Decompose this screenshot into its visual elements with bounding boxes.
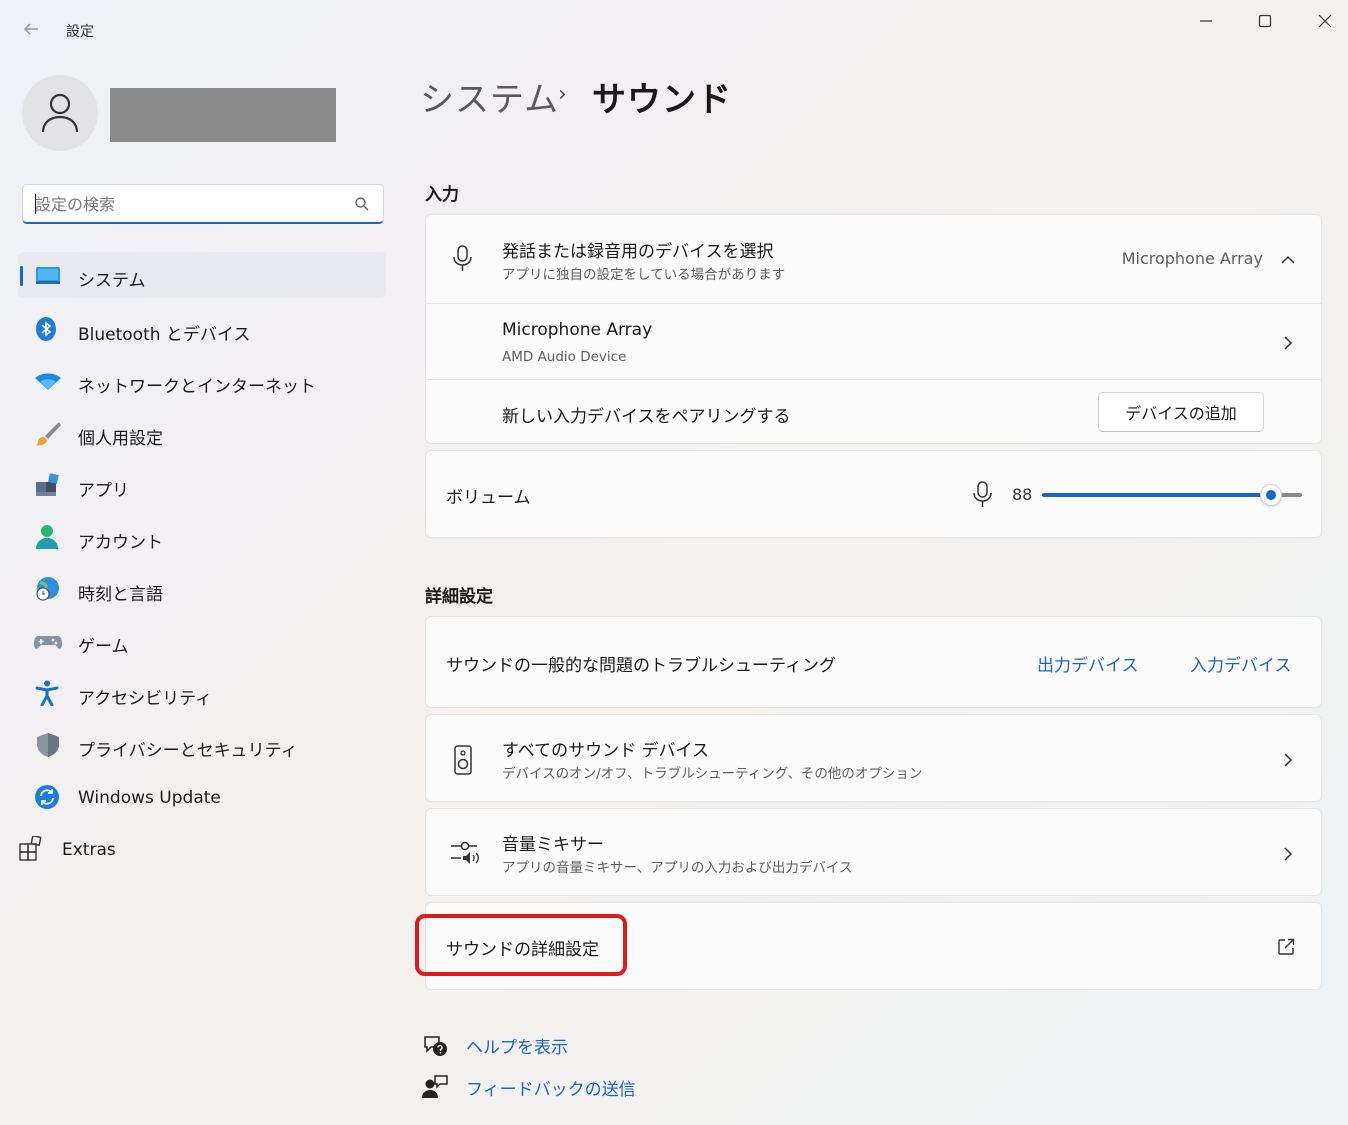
title-bar: 設定 [0, 0, 1348, 60]
chevron-right-icon[interactable] [1281, 335, 1295, 350]
sidebar-item-time-language[interactable]: 時刻と言語 [18, 564, 386, 616]
volume-mixer-card[interactable]: 音量ミキサー アプリの音量ミキサー、アプリの入力および出力デバイス [425, 808, 1322, 896]
text-caret [35, 194, 36, 214]
sidebar-item-label: Windows Update [78, 788, 221, 808]
sidebar-item-label: ゲーム [78, 637, 129, 657]
volume-label: ボリューム [446, 488, 531, 508]
advanced-section-title: 詳細設定 [425, 587, 493, 607]
pair-input-device-label: 新しい入力デバイスをペアリングする [502, 407, 791, 427]
add-device-button[interactable]: デバイスの追加 [1098, 392, 1264, 432]
chevron-up-icon[interactable] [1281, 252, 1295, 266]
accessibility-icon [34, 680, 62, 707]
sidebar-item-privacy[interactable]: プライバシーとセキュリティ [18, 720, 386, 772]
breadcrumb-separator: › [558, 82, 567, 107]
sidebar-item-personalization[interactable]: 個人用設定 [18, 408, 386, 460]
all-sound-devices-title: すべてのサウンド デバイス [502, 741, 710, 761]
sidebar-item-label: Extras [62, 840, 116, 860]
speaker-icon [450, 745, 478, 775]
sidebar-item-system[interactable]: システム [18, 252, 386, 298]
input-section-title: 入力 [425, 185, 459, 205]
sidebar-item-label: ネットワークとインターネット [78, 377, 316, 397]
close-button[interactable] [1305, 6, 1345, 36]
input-device-select-value: Microphone Array [1121, 249, 1263, 268]
sidebar-item-windows-update[interactable]: Windows Update [18, 772, 386, 824]
troubleshoot-input-link[interactable]: 入力デバイス [1190, 651, 1292, 676]
volume-slider-thumb[interactable] [1259, 484, 1282, 506]
sidebar-item-label: アカウント [78, 533, 163, 553]
help-link-label: ヘルプを表示 [466, 1038, 568, 1058]
app-title: 設定 [66, 24, 94, 40]
sidebar-item-accessibility[interactable]: アクセシビリティ [18, 668, 386, 720]
all-sound-devices-card[interactable]: すべてのサウンド デバイス デバイスのオン/オフ、トラブルシューティング、その他… [425, 714, 1322, 802]
chevron-right-icon [1281, 752, 1295, 767]
troubleshoot-label: サウンドの一般的な問題のトラブルシューティング [446, 656, 836, 676]
bluetooth-icon [34, 316, 62, 342]
sidebar-item-extras[interactable]: Extras [18, 824, 386, 876]
sidebar-item-label: 個人用設定 [78, 429, 163, 449]
input-device-card: 発話または録音用のデバイスを選択 アプリに独自の設定をしている場合があります M… [425, 214, 1322, 444]
system-icon [34, 262, 62, 288]
volume-slider[interactable] [1042, 484, 1302, 506]
search-box[interactable] [22, 184, 384, 224]
sidebar-item-network[interactable]: ネットワークとインターネット [18, 356, 386, 408]
input-device-select-subtitle: アプリに独自の設定をしている場合があります [502, 267, 786, 283]
breadcrumb-parent[interactable]: システム [420, 72, 559, 121]
mixer-icon [450, 839, 479, 867]
page-title: サウンド [592, 80, 732, 120]
help-icon [422, 1032, 448, 1058]
input-device-row[interactable]: Microphone Array AMD Audio Device [426, 303, 1321, 379]
microphone-icon [450, 245, 478, 273]
all-sound-devices-subtitle: デバイスのオン/オフ、トラブルシューティング、その他のオプション [502, 766, 923, 782]
gamepad-icon [34, 628, 62, 654]
apps-icon [34, 472, 62, 498]
shield-icon [34, 732, 62, 758]
external-link-icon [1277, 938, 1295, 956]
globe-clock-icon [34, 576, 62, 602]
chevron-right-icon [1281, 846, 1295, 861]
sidebar-item-label: Bluetooth とデバイス [78, 325, 251, 345]
feedback-icon [422, 1074, 448, 1100]
volume-card: ボリューム 88 [425, 450, 1322, 538]
sidebar-item-bluetooth[interactable]: Bluetooth とデバイス [18, 304, 386, 356]
sidebar-item-apps[interactable]: アプリ [18, 460, 386, 512]
brush-icon [34, 420, 62, 446]
active-indicator [20, 266, 23, 286]
volume-mixer-subtitle: アプリの音量ミキサー、アプリの入力および出力デバイス [502, 860, 853, 876]
volume-mixer-title: 音量ミキサー [502, 835, 604, 855]
search-icon[interactable] [354, 196, 370, 216]
input-device-select-title: 発話または録音用のデバイスを選択 [502, 242, 774, 262]
update-icon [34, 784, 62, 810]
extras-icon [18, 835, 46, 862]
sidebar-item-label: システム [78, 271, 146, 291]
sidebar-item-accounts[interactable]: アカウント [18, 512, 386, 564]
sidebar-item-label: アプリ [78, 481, 129, 501]
minimize-button[interactable] [1186, 6, 1226, 36]
sidebar-nav: システム Bluetooth とデバイス ネットワークとインターネット 個人用設… [18, 252, 386, 876]
highlight-annotation-box [415, 914, 627, 976]
sidebar-item-gaming[interactable]: ゲーム [18, 616, 386, 668]
input-device-description: AMD Audio Device [502, 349, 627, 365]
person-icon [41, 93, 79, 133]
microphone-icon[interactable] [972, 481, 1000, 509]
volume-value: 88 [1012, 485, 1033, 504]
input-device-select-row[interactable]: 発話または録音用のデバイスを選択 アプリに独自の設定をしている場合があります M… [426, 215, 1321, 303]
wifi-icon [34, 368, 62, 394]
input-device-name: Microphone Array [502, 320, 653, 340]
avatar[interactable] [22, 75, 98, 151]
back-arrow-icon[interactable] [20, 20, 42, 42]
username-redacted [110, 88, 336, 142]
pair-input-device-row: 新しい入力デバイスをペアリングする デバイスの追加 [426, 379, 1321, 445]
search-input[interactable] [35, 193, 335, 215]
maximize-button[interactable] [1245, 6, 1285, 36]
troubleshoot-card: サウンドの一般的な問題のトラブルシューティング 出力デバイス 入力デバイス [425, 616, 1322, 708]
account-icon [34, 524, 62, 550]
sidebar-item-label: プライバシーとセキュリティ [78, 741, 298, 761]
volume-slider-fill [1042, 493, 1271, 497]
sidebar-item-label: アクセシビリティ [78, 689, 213, 709]
feedback-link-label: フィードバックの送信 [466, 1080, 636, 1100]
troubleshoot-output-link[interactable]: 出力デバイス [1037, 651, 1139, 676]
sidebar-item-label: 時刻と言語 [78, 585, 163, 605]
